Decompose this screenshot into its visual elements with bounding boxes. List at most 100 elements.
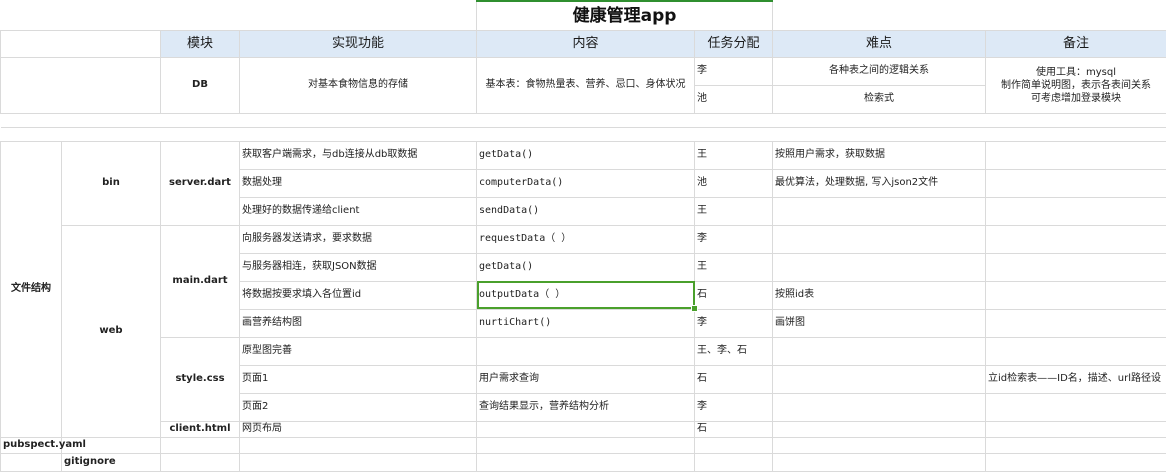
empty-cell[interactable] — [986, 1, 1166, 30]
style-css-file[interactable]: style.css — [160, 336, 240, 422]
empty-cell[interactable] — [0, 29, 161, 58]
assignee-cell[interactable]: 李 — [694, 392, 773, 422]
content-cell[interactable]: 查询结果显示，营养结构分析 — [476, 392, 695, 422]
content-cell[interactable] — [476, 336, 695, 366]
empty-cell[interactable] — [772, 436, 986, 454]
feature-cell[interactable]: 向服务器发送请求，要求数据 — [239, 224, 477, 254]
difficulty-cell[interactable] — [772, 252, 986, 282]
empty-row[interactable] — [0, 126, 1166, 142]
feature-cell[interactable]: 处理好的数据传递给client — [239, 196, 477, 226]
feature-cell[interactable]: 页面2 — [239, 392, 477, 422]
note-cell[interactable]: 立id检索表——ID名，描述、url路径设 — [985, 364, 1166, 394]
empty-cell[interactable] — [161, 1, 240, 30]
db-assignee[interactable]: 池 — [694, 84, 773, 114]
assignee-cell[interactable]: 王、李、石 — [694, 336, 773, 366]
header-difficulty[interactable]: 难点 — [772, 29, 986, 58]
feature-cell[interactable]: 页面1 — [239, 364, 477, 394]
feature-cell[interactable]: 原型图完善 — [239, 336, 477, 366]
assignee-cell[interactable]: 王 — [694, 252, 773, 282]
file-structure-label[interactable]: 文件结构 — [0, 140, 62, 438]
header-feature[interactable]: 实现功能 — [239, 29, 477, 58]
empty-cell[interactable] — [239, 452, 477, 472]
content-cell[interactable] — [476, 420, 695, 438]
db-difficulty[interactable]: 检索式 — [772, 84, 986, 114]
assignee-cell[interactable]: 王 — [694, 140, 773, 170]
content-cell[interactable]: requestData（ ） — [476, 224, 695, 254]
client-html-file[interactable]: client.html — [160, 420, 240, 438]
assignee-cell[interactable]: 石 — [694, 280, 773, 310]
note-cell[interactable] — [985, 252, 1166, 282]
empty-cell[interactable] — [160, 436, 240, 454]
content-cell[interactable]: computerData() — [476, 168, 695, 198]
pubspec-yaml-file[interactable]: pubspect.yaml — [0, 436, 86, 454]
main-dart-file[interactable]: main.dart — [160, 224, 240, 338]
difficulty-cell[interactable]: 最优算法，处理数据, 写入json2文件 — [772, 168, 986, 198]
note-cell[interactable] — [985, 196, 1166, 226]
difficulty-cell[interactable]: 画饼图 — [772, 308, 986, 338]
content-cell[interactable]: nurtiChart() — [476, 308, 695, 338]
active-cell-outputdata[interactable]: outputData（ ） — [476, 280, 695, 310]
note-cell[interactable] — [985, 392, 1166, 422]
empty-cell[interactable] — [772, 452, 986, 472]
feature-cell[interactable]: 获取客户端需求，与db连接从db取数据 — [239, 140, 477, 170]
empty-cell[interactable] — [985, 452, 1166, 472]
sheet-title[interactable]: 健康管理app — [476, 0, 773, 31]
db-module[interactable]: DB — [160, 56, 240, 114]
difficulty-cell[interactable] — [772, 420, 986, 438]
empty-cell[interactable] — [476, 436, 695, 454]
empty-cell[interactable] — [694, 436, 773, 454]
bin-label[interactable]: bin — [61, 140, 161, 226]
difficulty-cell[interactable] — [772, 336, 986, 366]
db-feature[interactable]: 对基本食物信息的存储 — [239, 56, 477, 114]
header-assignment[interactable]: 任务分配 — [694, 29, 773, 58]
feature-cell[interactable]: 与服务器相连，获取JSON数据 — [239, 252, 477, 282]
db-note[interactable]: 使用工具：mysql 制作简单说明图，表示各表间关系 可考虑增加登录模块 — [985, 56, 1166, 114]
feature-cell[interactable]: 画营养结构图 — [239, 308, 477, 338]
note-cell[interactable] — [985, 420, 1166, 438]
server-dart-file[interactable]: server.dart — [160, 140, 240, 226]
header-module[interactable]: 模块 — [160, 29, 240, 58]
content-cell[interactable]: getData() — [476, 140, 695, 170]
empty-cell[interactable] — [160, 452, 240, 472]
empty-cell[interactable] — [0, 452, 62, 472]
empty-cell[interactable] — [62, 1, 161, 30]
note-cell[interactable] — [985, 140, 1166, 170]
difficulty-cell[interactable] — [772, 392, 986, 422]
feature-cell[interactable]: 网页布局 — [239, 420, 477, 438]
db-assignee[interactable]: 李 — [694, 56, 773, 86]
header-content[interactable]: 内容 — [476, 29, 695, 58]
db-difficulty[interactable]: 各种表之间的逻辑关系 — [772, 56, 986, 86]
empty-cell[interactable] — [773, 1, 986, 30]
empty-row[interactable] — [0, 112, 1166, 128]
empty-cell[interactable] — [240, 1, 477, 30]
difficulty-cell[interactable]: 按照id表 — [772, 280, 986, 310]
empty-cell[interactable] — [1, 1, 62, 30]
difficulty-cell[interactable]: 按照用户需求，获取数据 — [772, 140, 986, 170]
db-content[interactable]: 基本表：食物热量表、营养、忌口、身体状况 — [476, 56, 695, 114]
difficulty-cell[interactable] — [772, 224, 986, 254]
empty-cell[interactable] — [239, 436, 477, 454]
assignee-cell[interactable]: 石 — [694, 364, 773, 394]
assignee-cell[interactable]: 王 — [694, 196, 773, 226]
content-cell[interactable]: sendData() — [476, 196, 695, 226]
feature-cell[interactable]: 数据处理 — [239, 168, 477, 198]
assignee-cell[interactable]: 石 — [694, 420, 773, 438]
assignee-cell[interactable]: 李 — [694, 308, 773, 338]
note-cell[interactable] — [985, 336, 1166, 366]
empty-cell[interactable] — [0, 56, 161, 114]
assignee-cell[interactable]: 李 — [694, 224, 773, 254]
empty-cell[interactable] — [476, 452, 695, 472]
note-cell[interactable] — [985, 168, 1166, 198]
note-cell[interactable] — [985, 280, 1166, 310]
feature-cell[interactable]: 将数据按要求填入各位置id — [239, 280, 477, 310]
header-notes[interactable]: 备注 — [985, 29, 1166, 58]
note-cell[interactable] — [985, 308, 1166, 338]
fill-handle[interactable] — [690, 305, 698, 312]
content-cell[interactable]: getData() — [476, 252, 695, 282]
gitignore-file[interactable]: gitignore — [61, 452, 161, 472]
content-cell[interactable]: 用户需求查询 — [476, 364, 695, 394]
difficulty-cell[interactable] — [772, 196, 986, 226]
empty-cell[interactable] — [694, 452, 773, 472]
difficulty-cell[interactable] — [772, 364, 986, 394]
assignee-cell[interactable]: 池 — [694, 168, 773, 198]
